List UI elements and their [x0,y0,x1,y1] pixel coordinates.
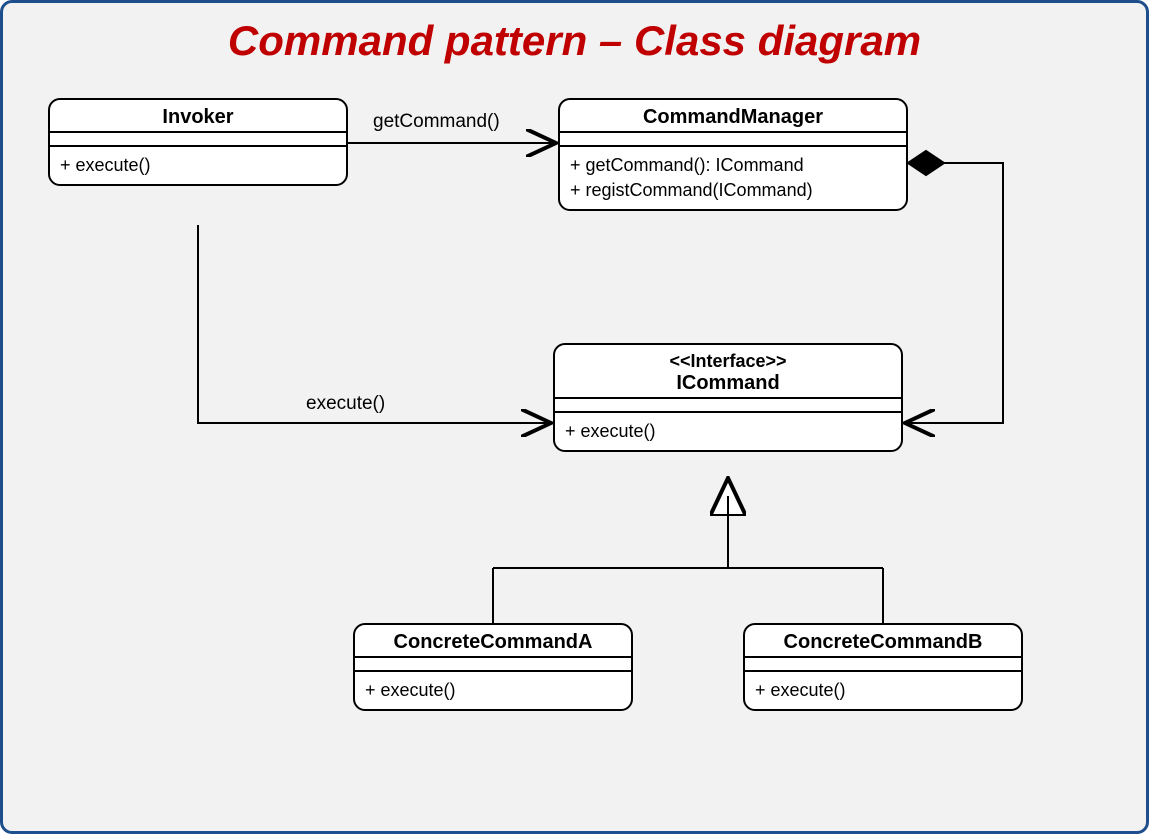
class-icommand-stereotype: <<Interface>> [555,345,901,372]
class-invoker: Invoker + execute() [48,98,348,186]
class-concrete-a-name: ConcreteCommandA [355,625,631,656]
class-invoker-attr [50,131,346,145]
class-concrete-a-method: + execute() [355,670,631,709]
class-command-manager-method-1: + registCommand(ICommand) [570,178,896,203]
class-invoker-name: Invoker [50,100,346,131]
diagram-frame: Command pattern – Class diagram Invoker … [0,0,1149,834]
class-concrete-b-attr [745,656,1021,670]
edge-label-getcommand: getCommand() [373,111,500,133]
class-invoker-method: + execute() [50,145,346,184]
class-icommand-attr [555,397,901,411]
class-concrete-b: ConcreteCommandB + execute() [743,623,1023,711]
class-command-manager: CommandManager + getCommand(): ICommand … [558,98,908,211]
diagram-title: Command pattern – Class diagram [3,17,1146,65]
class-command-manager-name: CommandManager [560,100,906,131]
class-command-manager-attr [560,131,906,145]
class-concrete-a: ConcreteCommandA + execute() [353,623,633,711]
class-icommand-method: + execute() [555,411,901,450]
class-icommand: <<Interface>> ICommand + execute() [553,343,903,452]
class-concrete-b-name: ConcreteCommandB [745,625,1021,656]
class-concrete-a-attr [355,656,631,670]
class-command-manager-methods: + getCommand(): ICommand + registCommand… [560,145,906,209]
class-command-manager-method-0: + getCommand(): ICommand [570,153,896,178]
edge-label-execute: execute() [306,393,385,415]
class-icommand-name: ICommand [555,372,901,397]
edge-manager-composition-icommand [905,163,1003,423]
class-concrete-b-method: + execute() [745,670,1021,709]
